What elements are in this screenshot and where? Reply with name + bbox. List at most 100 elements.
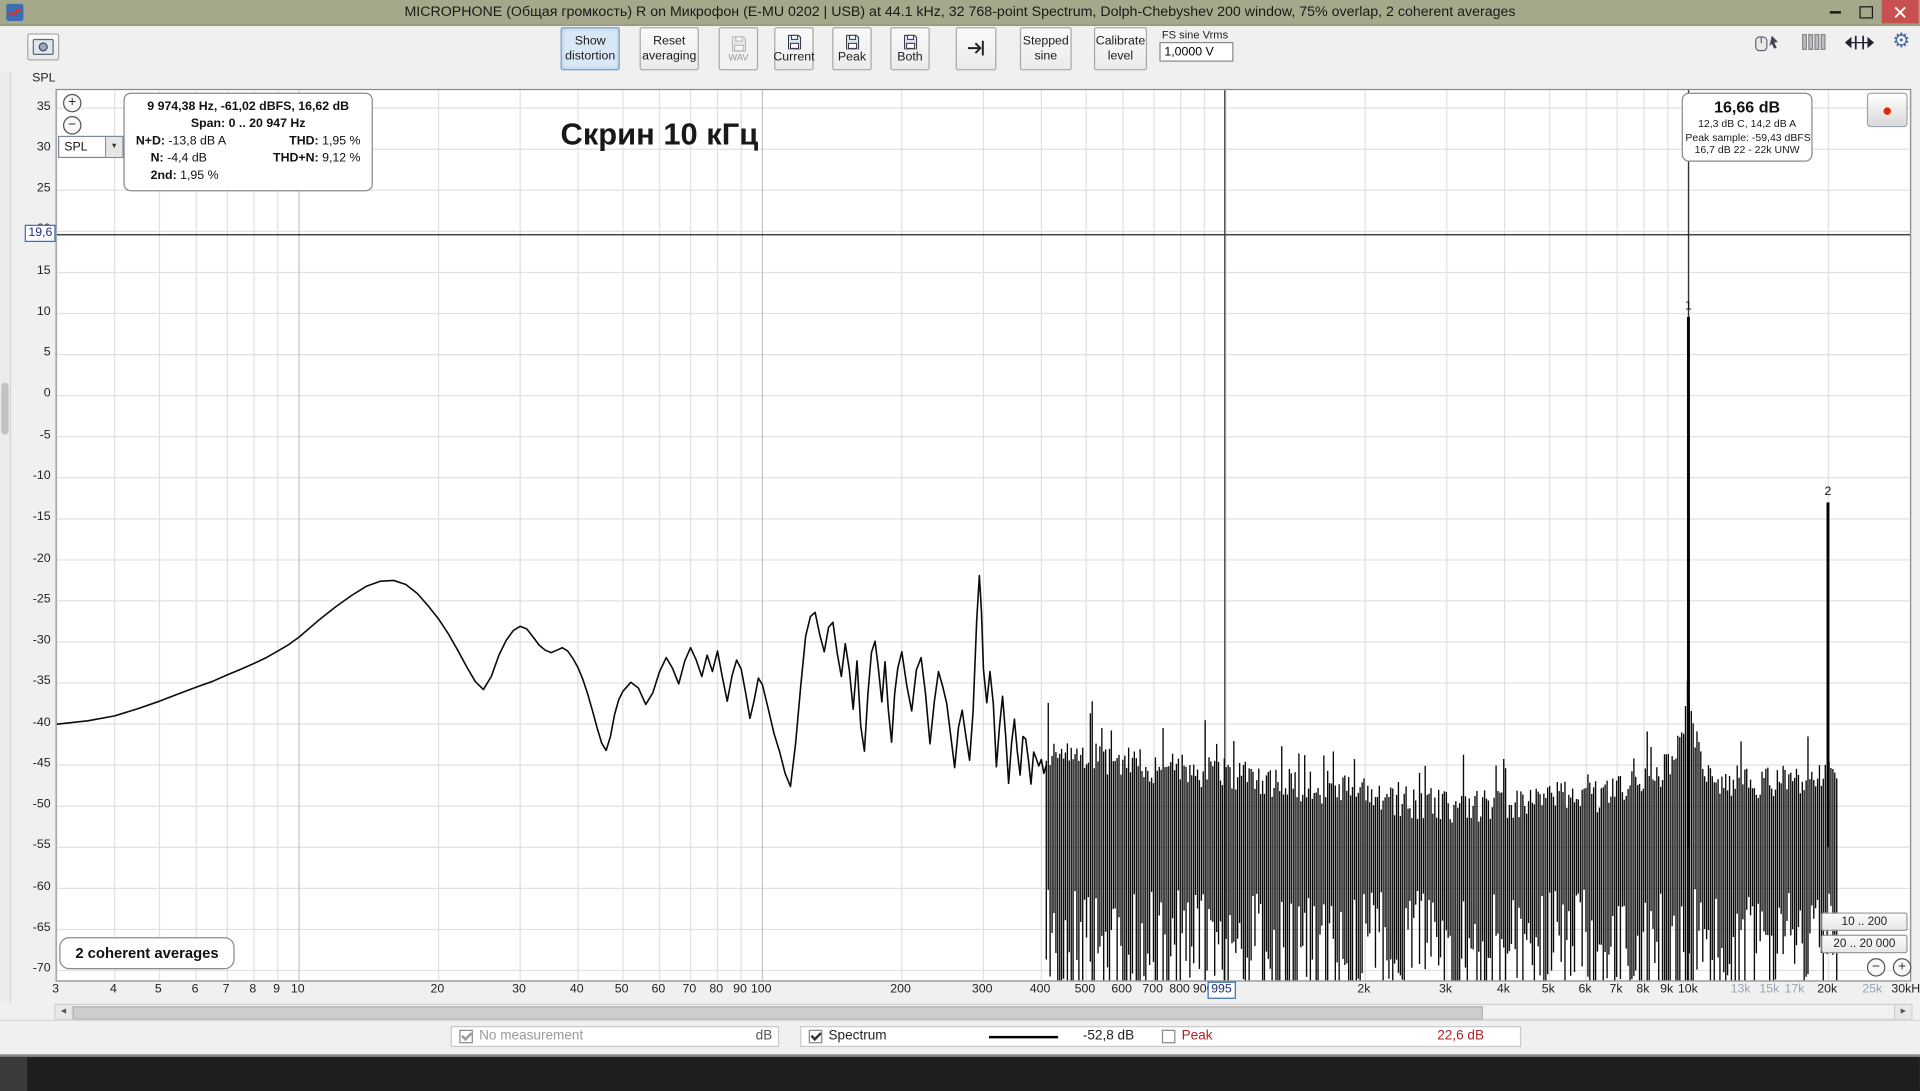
level-unweighted-value: 16,7 dB 22 - 22k UNW xyxy=(1685,143,1808,156)
save-both-button[interactable]: Both xyxy=(890,27,930,70)
x-axis-label: 400 xyxy=(1030,983,1051,997)
y-axis-label: 20 xyxy=(37,223,51,237)
plot-area[interactable]: 12 Скрин 10 кГц 9 974,38 Hz, -61,02 dBFS… xyxy=(56,89,1912,982)
pan-zoom-icon[interactable] xyxy=(1841,33,1878,52)
y-cursor-readout: 19,6 xyxy=(25,225,56,242)
averages-badge: 2 coherent averages xyxy=(59,937,234,969)
thdn-label: THD+N: xyxy=(273,152,319,166)
minimize-icon xyxy=(1830,10,1841,12)
fs-sine-group: FS sine Vrms xyxy=(1159,27,1233,70)
grid-columns-icon[interactable] xyxy=(1801,33,1826,50)
horizontal-scrollbar-thumb[interactable] xyxy=(73,1006,1483,1020)
x-axis-label: 5k xyxy=(1542,983,1555,997)
wav-file-icon xyxy=(729,34,748,51)
y-axis-label: -65 xyxy=(33,921,51,935)
no-measurement-label: No measurement xyxy=(479,1029,583,1044)
record-button[interactable]: ● xyxy=(1867,93,1908,128)
x-axis-label: 300 xyxy=(972,983,993,997)
peak-marker-label: 2 xyxy=(1825,484,1832,498)
reset-averaging-button[interactable]: Reset averaging xyxy=(640,27,699,70)
x-axis-label: 6 xyxy=(192,983,199,997)
h2-label: 2nd: xyxy=(151,169,177,183)
x-axis-label: 90 xyxy=(733,983,747,997)
x-axis-label: 8k xyxy=(1636,983,1649,997)
window-controls xyxy=(1820,0,1919,23)
y-axis-label: 15 xyxy=(37,264,51,278)
range-20-20000-button[interactable]: 20 .. 20 000 xyxy=(1821,935,1907,954)
y-axis-label: 5 xyxy=(44,346,51,360)
y-axis-label: -30 xyxy=(33,633,51,647)
x-axis-label: 8 xyxy=(249,983,256,997)
x-axis-label: 9 xyxy=(273,983,280,997)
peak-checkbox[interactable] xyxy=(1162,1030,1176,1044)
db-unit-label: dB xyxy=(756,1029,773,1044)
close-button[interactable] xyxy=(1882,0,1919,23)
range-10-200-button[interactable]: 10 .. 200 xyxy=(1821,912,1907,931)
show-distortion-button[interactable]: Show distortion xyxy=(561,27,620,70)
x-axis-label: 900 xyxy=(1193,983,1214,997)
stepped-sine-button[interactable]: Stepped sine xyxy=(1020,27,1072,70)
save-icon xyxy=(901,33,920,49)
minimize-button[interactable] xyxy=(1820,0,1851,23)
nd-label: N+D: xyxy=(136,135,165,149)
n-value: -4,4 dB xyxy=(167,152,207,166)
spectrum-line-swatch xyxy=(989,1036,1058,1038)
status-panel-left: No measurement dB xyxy=(451,1026,779,1047)
fs-sine-input[interactable] xyxy=(1159,42,1233,62)
scroll-left-icon[interactable]: ◄ xyxy=(56,1005,73,1019)
maximize-button[interactable] xyxy=(1851,0,1882,23)
spectrum-label: Spectrum xyxy=(828,1029,886,1044)
y-axis-label: -35 xyxy=(33,674,51,688)
no-measurement-checkbox[interactable] xyxy=(459,1030,473,1044)
horizontal-scrollbar[interactable]: ◄ ► xyxy=(54,1004,1912,1020)
x-axis-label: 10 xyxy=(291,983,305,997)
capture-button[interactable] xyxy=(27,33,59,60)
vertical-scrollbar-thumb[interactable] xyxy=(1,383,8,435)
fs-sine-label: FS sine Vrms xyxy=(1162,28,1228,40)
x-axis-label: 15k xyxy=(1759,983,1779,997)
settings-gear-icon[interactable]: ⚙ xyxy=(1892,32,1910,52)
x-axis-label: 50 xyxy=(615,983,629,997)
title-bar[interactable]: MICROPHONE (Общая громкость) R on Микроф… xyxy=(0,0,1920,26)
noise-floor xyxy=(1046,681,1836,981)
x-axis-label: 3k xyxy=(1439,983,1452,997)
y-axis-label: 25 xyxy=(37,182,51,196)
y-scale-value: SPL xyxy=(59,140,105,154)
zoom-out-button[interactable]: − xyxy=(63,116,82,135)
spectrum-checkbox[interactable] xyxy=(809,1030,823,1044)
x-axis-label: 7k xyxy=(1609,983,1622,997)
x-axis-label: 4 xyxy=(110,983,117,997)
spectrum-curve xyxy=(57,575,1046,786)
x-axis-label: 600 xyxy=(1111,983,1132,997)
y-axis-label: -20 xyxy=(33,551,51,565)
save-current-button[interactable]: Current xyxy=(774,27,814,70)
thd-label: THD: xyxy=(289,135,318,149)
scroll-right-icon[interactable]: ► xyxy=(1894,1005,1911,1019)
nd-value: -13,8 dB A xyxy=(168,135,226,149)
measurement-readout: 9 974,38 Hz, -61,02 dBFS, 16,62 dB Span:… xyxy=(123,93,372,192)
cursor-mode-icon[interactable] xyxy=(1754,33,1786,52)
save-peak-button[interactable]: Peak xyxy=(832,27,872,70)
toolbar-right-icons: ⚙ xyxy=(1754,32,1910,52)
signal-route-button[interactable] xyxy=(956,27,997,70)
h2-value: 1,95 % xyxy=(180,169,218,183)
vertical-scrollbar[interactable] xyxy=(0,72,11,1003)
thdn-value: 9,12 % xyxy=(322,152,360,166)
chevron-down-icon[interactable]: ▼ xyxy=(105,137,122,157)
level-readout: 16,66 dB 12,3 dB C, 14,2 dB A Peak sampl… xyxy=(1682,93,1813,162)
x-axis-label: 13k xyxy=(1731,983,1751,997)
status-bar: No measurement dB Spectrum -52,8 dB Peak… xyxy=(0,1020,1920,1053)
spectrum-plot-svg[interactable]: 12 xyxy=(57,90,1910,980)
toolbar: Show distortion Reset averaging WAV Curr… xyxy=(0,26,1920,72)
y-axis-label: -45 xyxy=(33,756,51,770)
y-axis-label: 0 xyxy=(44,387,51,401)
x-zoom-in-button[interactable]: + xyxy=(1893,958,1912,977)
calibrate-level-button[interactable]: Calibrate level xyxy=(1094,27,1147,70)
window-title: MICROPHONE (Общая громкость) R on Микроф… xyxy=(0,5,1920,20)
x-axis-label: 100 xyxy=(751,983,772,997)
zoom-in-button[interactable]: + xyxy=(63,94,82,113)
app-icon xyxy=(6,4,23,21)
x-axis-label: 40 xyxy=(570,983,584,997)
x-zoom-out-button[interactable]: − xyxy=(1867,958,1886,977)
y-scale-select[interactable]: SPL ▼ xyxy=(58,136,123,158)
